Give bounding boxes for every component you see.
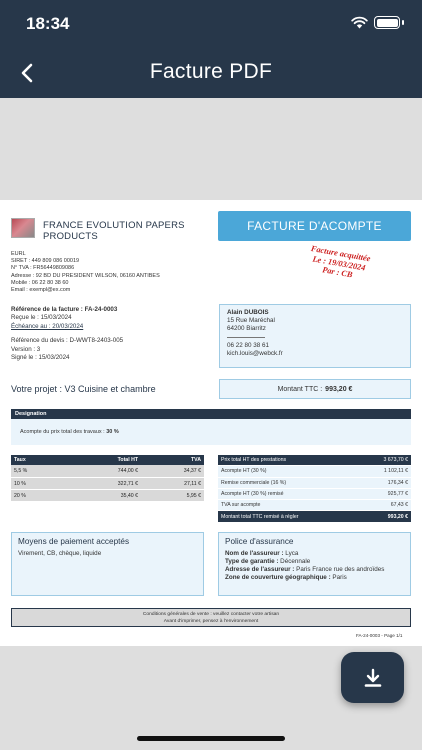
total-row: Acompte HT (30 %) remisé 925,77 €: [218, 488, 411, 501]
client-name: Alain DUBOIS: [227, 309, 269, 316]
page-number: FA-24-0003 - Page 1/1: [356, 633, 403, 638]
project-title: Votre projet : V3 Cuisine et chambre: [11, 384, 156, 394]
client-city: 64200 Biarritz: [227, 325, 266, 333]
table-row: 5,5 % 744,00 € 34,37 €: [11, 465, 204, 477]
facture-type-badge: FACTURE D'ACOMPTE: [218, 211, 411, 241]
signed-date: Signé le : 15/03/2024: [11, 354, 70, 362]
invoice-ref: FA-24-0003: [84, 306, 118, 313]
company-name: FRANCE EVOLUTION PAPERS PRODUCTS: [43, 220, 185, 242]
total-row: Remise commerciale (16 %) 176,34 €: [218, 477, 411, 489]
amount-box: Montant TTC : 993,20 €: [219, 379, 411, 399]
page-title: Facture PDF: [149, 60, 273, 83]
due-date: Échéance au : 20/03/2024: [11, 322, 84, 330]
wifi-icon: [351, 16, 368, 29]
amount-value: 993,20 €: [325, 385, 353, 393]
pdf-page: FRANCE EVOLUTION PAPERS PRODUCTS EURL SI…: [0, 200, 422, 646]
battery-icon: [374, 16, 400, 29]
insurance-box: Police d'assurance Nom de l'assureur : L…: [218, 532, 411, 596]
received-date: Reçue le : 15/03/2024: [11, 314, 72, 322]
table-row: 10 % 322,71 € 27,11 €: [11, 477, 204, 489]
divider: [227, 336, 265, 338]
table-header: Taux Total HT TVA: [11, 455, 204, 465]
client-box: Alain DUBOIS 15 Rue Maréchal 64200 Biarr…: [219, 304, 411, 368]
tva-table: Taux Total HT TVA 5,5 % 744,00 € 34,37 €…: [11, 455, 204, 501]
company-info: EURL SIRET : 449 809 086 00019 N° TVA : …: [11, 251, 160, 294]
version: Version : 3: [11, 345, 41, 353]
grand-total-row: Montant total TTC remisé à régler 993,20 …: [218, 511, 411, 523]
quote-ref: Référence du devis : D-WWT8-2403-005: [11, 337, 124, 345]
table-row: 20 % 35,40 € 5,95 €: [11, 489, 204, 501]
app-header: 18:34 Facture PDF: [0, 0, 422, 98]
status-time: 18:34: [26, 14, 70, 33]
company-logo: [11, 218, 35, 238]
download-button[interactable]: [341, 652, 404, 703]
client-email: kich.louis@webck.fr: [227, 349, 283, 357]
client-street: 15 Rue Maréchal: [227, 317, 275, 325]
payment-text: Virement, CB, chèque, liquide: [18, 550, 102, 558]
terms-footer: Conditions générales de vente : veuillez…: [11, 608, 411, 627]
download-icon: [364, 668, 381, 687]
insurance-title: Police d'assurance: [225, 537, 294, 546]
paid-stamp: Facture acquittée Le : 19/03/2024 Par : …: [310, 243, 372, 280]
total-row: Prix total HT des prestations 3 673,70 €: [218, 455, 411, 467]
home-indicator: [137, 736, 285, 741]
total-row: Acompte HT (30 %) 1 102,11 €: [218, 466, 411, 478]
payment-title: Moyens de paiement acceptés: [18, 537, 130, 546]
total-row: TVA sur acompte 67,43 €: [218, 500, 411, 512]
payment-methods-box: Moyens de paiement acceptés Virement, CB…: [11, 532, 204, 596]
designation-body: Acompte du prix total des travaux : 30 %: [11, 419, 411, 445]
totals-table: Prix total HT des prestations 3 673,70 € …: [218, 455, 411, 523]
invoice-references: Référence de la facture : FA-24-0003 Reç…: [11, 306, 124, 362]
designation-header: Designation: [11, 409, 411, 419]
status-icons: [351, 16, 404, 29]
battery-tip: [402, 20, 404, 25]
client-phone: 06 22 80 38 61: [227, 341, 270, 349]
